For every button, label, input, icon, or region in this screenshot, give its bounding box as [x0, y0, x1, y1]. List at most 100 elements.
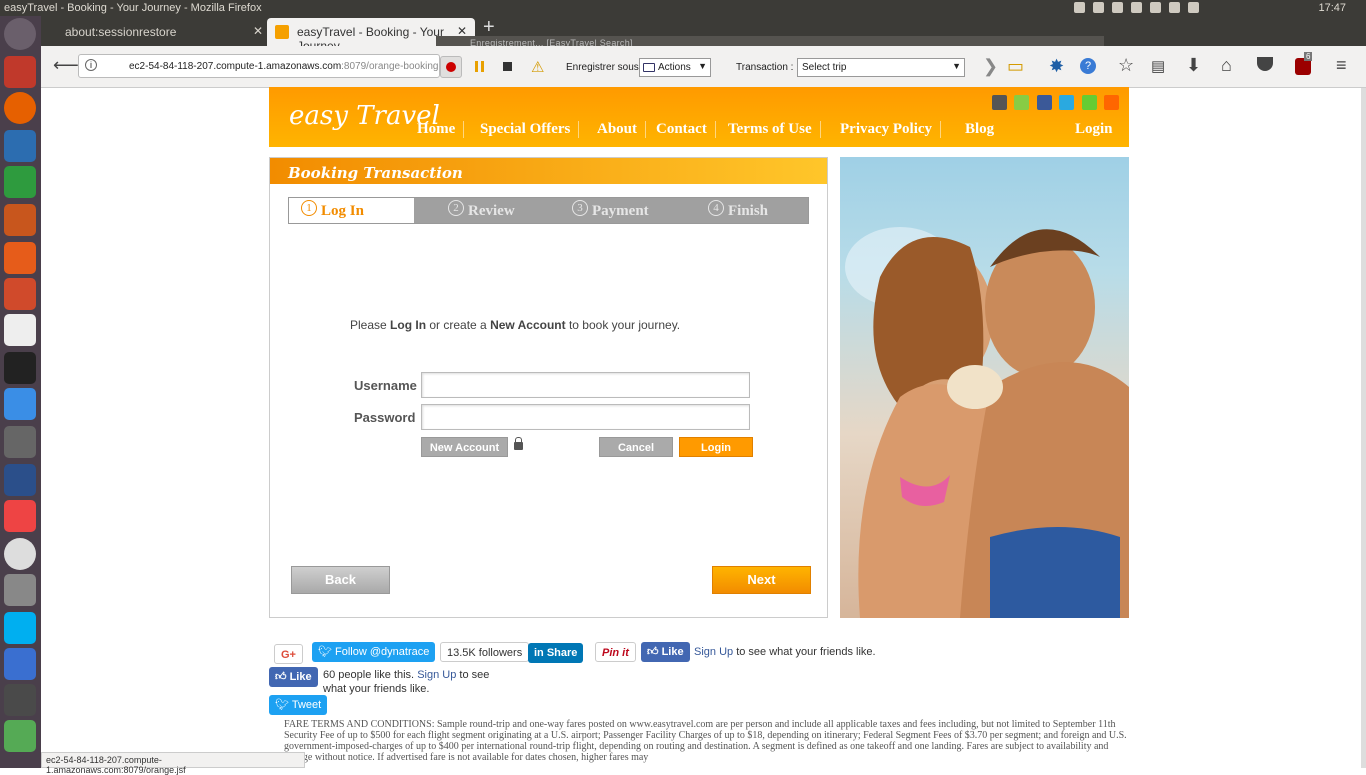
- app-icon[interactable]: [4, 720, 36, 752]
- nav-home[interactable]: Home: [409, 121, 465, 138]
- header-login-link[interactable]: Login: [1067, 121, 1121, 138]
- facebook-icon[interactable]: [1036, 95, 1052, 110]
- help-icon[interactable]: ?: [1080, 58, 1096, 74]
- chrome-icon[interactable]: [4, 538, 36, 570]
- settings-icon[interactable]: [4, 278, 36, 310]
- next-button[interactable]: Next: [712, 566, 811, 594]
- flickr-icon[interactable]: [1081, 95, 1097, 110]
- volume-icon[interactable]: [1188, 2, 1199, 13]
- tray-icon[interactable]: [1112, 2, 1123, 13]
- forward-icon[interactable]: ❯: [983, 56, 998, 77]
- pause-button[interactable]: [469, 56, 491, 78]
- skype-icon[interactable]: [4, 612, 36, 644]
- pocket-icon[interactable]: [1257, 57, 1273, 71]
- dynatrace-icon[interactable]: ✸: [1049, 56, 1064, 77]
- dash-icon[interactable]: [4, 18, 36, 50]
- url-host: ec2-54-84-118-207.compute-1.amazonaws.co…: [129, 61, 342, 72]
- gimp-icon[interactable]: [4, 426, 36, 458]
- nav-contact[interactable]: Contact: [648, 121, 716, 138]
- intro-text: or create a: [426, 318, 491, 332]
- files-icon[interactable]: [4, 56, 36, 88]
- twitter-follow-button[interactable]: 🐦︎ Follow @dynatrace: [312, 642, 436, 662]
- fb-like-button-2[interactable]: 👍︎ Like: [269, 667, 318, 687]
- open-folder-icon[interactable]: ▭: [1007, 56, 1024, 77]
- dropbox-icon[interactable]: [4, 388, 36, 420]
- pinwheel-icon[interactable]: [4, 500, 36, 532]
- password-input[interactable]: [421, 404, 750, 430]
- back-arrow-icon[interactable]: ⟵: [53, 55, 79, 76]
- tray-icon[interactable]: [1131, 2, 1142, 13]
- intro-text: to book your journey.: [565, 318, 681, 332]
- back-button[interactable]: Back: [291, 566, 390, 594]
- software-center-icon[interactable]: [4, 242, 36, 274]
- fb-friends-text: Sign Up to see what your friends like.: [694, 646, 876, 658]
- intro-text: Please: [350, 318, 391, 332]
- app-icon[interactable]: [4, 648, 36, 680]
- tray-icon[interactable]: [1093, 2, 1104, 13]
- friends-text: to see: [459, 669, 490, 681]
- app-icon[interactable]: [4, 684, 36, 716]
- impress-icon[interactable]: [4, 204, 36, 236]
- record-button[interactable]: [440, 56, 462, 78]
- friends-text: to see what your friends like.: [736, 646, 876, 658]
- transaction-select[interactable]: Select trip ▼: [797, 58, 965, 77]
- network-icon[interactable]: [4, 464, 36, 496]
- stop-button[interactable]: [497, 56, 519, 78]
- pinit-button[interactable]: Pin it: [595, 642, 636, 662]
- nav-special-offers[interactable]: Special Offers: [472, 121, 580, 138]
- help-icon[interactable]: [4, 574, 36, 606]
- mail-icon[interactable]: [1169, 2, 1180, 13]
- nav-terms[interactable]: Terms of Use: [720, 121, 821, 138]
- tray-icon[interactable]: [1074, 2, 1085, 13]
- twitter-bird-icon: 🐦︎: [275, 699, 292, 711]
- signup-link[interactable]: Sign Up: [694, 646, 733, 658]
- step-login[interactable]: 1 Log In: [289, 198, 414, 223]
- window-title: easyTravel - Booking - Your Journey - Mo…: [4, 2, 262, 14]
- tweet-button[interactable]: 🐦︎ Tweet: [269, 695, 328, 715]
- apple-icon[interactable]: [991, 95, 1007, 110]
- bookmark-star-icon[interactable]: ☆: [1118, 55, 1134, 76]
- home-icon[interactable]: ⌂: [1221, 55, 1232, 76]
- booking-steps: 1 Log In 2 Review 3 Payment 4 Finish: [288, 197, 809, 224]
- actions-select[interactable]: Actions ▼: [639, 58, 711, 77]
- chevron-down-icon: ▼: [952, 61, 961, 71]
- firefox-icon[interactable]: [4, 92, 36, 124]
- clock[interactable]: 17:47: [1318, 2, 1346, 14]
- android-icon[interactable]: [1014, 95, 1030, 110]
- writer-icon[interactable]: [4, 130, 36, 162]
- scrollbar[interactable]: [1361, 88, 1366, 768]
- cancel-button[interactable]: Cancel: [599, 437, 673, 457]
- gplus-button[interactable]: G+: [274, 644, 303, 664]
- username-input[interactable]: [421, 372, 750, 398]
- tab-sessionrestore[interactable]: about:sessionrestore ✕: [41, 18, 271, 46]
- info-icon[interactable]: i: [85, 59, 97, 71]
- nav-about[interactable]: About: [589, 121, 647, 138]
- rss-icon[interactable]: [1104, 95, 1119, 110]
- login-button[interactable]: Login: [679, 437, 753, 457]
- booking-panel: Booking Transaction 1 Log In 2 Review 3 Pay…: [269, 157, 828, 618]
- nav-blog[interactable]: Blog: [957, 121, 1002, 138]
- amazon-icon[interactable]: [4, 314, 36, 346]
- menu-icon[interactable]: ≡: [1336, 55, 1347, 76]
- linkedin-share-button[interactable]: in Share: [528, 643, 584, 663]
- signup-link[interactable]: Sign Up: [417, 669, 456, 681]
- step-label: Payment: [592, 203, 649, 219]
- fare-terms: FARE TERMS AND CONDITIONS: Sample round-…: [284, 719, 1127, 763]
- url-bar[interactable]: ec2-54-84-118-207.compute-1.amazonaws.co…: [78, 54, 440, 78]
- nav-privacy[interactable]: Privacy Policy: [832, 121, 942, 138]
- new-account-button[interactable]: New Account: [421, 437, 508, 457]
- like-label: Like: [289, 671, 312, 683]
- system-tray[interactable]: [1066, 2, 1286, 14]
- download-icon[interactable]: ⬇: [1186, 55, 1201, 76]
- calc-icon[interactable]: [4, 166, 36, 198]
- folder-icon: [643, 63, 655, 72]
- twitter-icon[interactable]: [1059, 95, 1075, 110]
- fb-like-button[interactable]: 👍︎ Like: [641, 642, 690, 662]
- tray-icon[interactable]: [1150, 2, 1161, 13]
- warning-icon[interactable]: ⚠: [531, 58, 544, 76]
- close-icon[interactable]: ✕: [253, 24, 263, 38]
- fb-like-count-text: 60 people like this. Sign Up to see what …: [323, 668, 503, 696]
- like-count: 60 people like this.: [323, 669, 415, 681]
- reading-list-icon[interactable]: ▤: [1151, 57, 1165, 75]
- intellij-icon[interactable]: [4, 352, 36, 384]
